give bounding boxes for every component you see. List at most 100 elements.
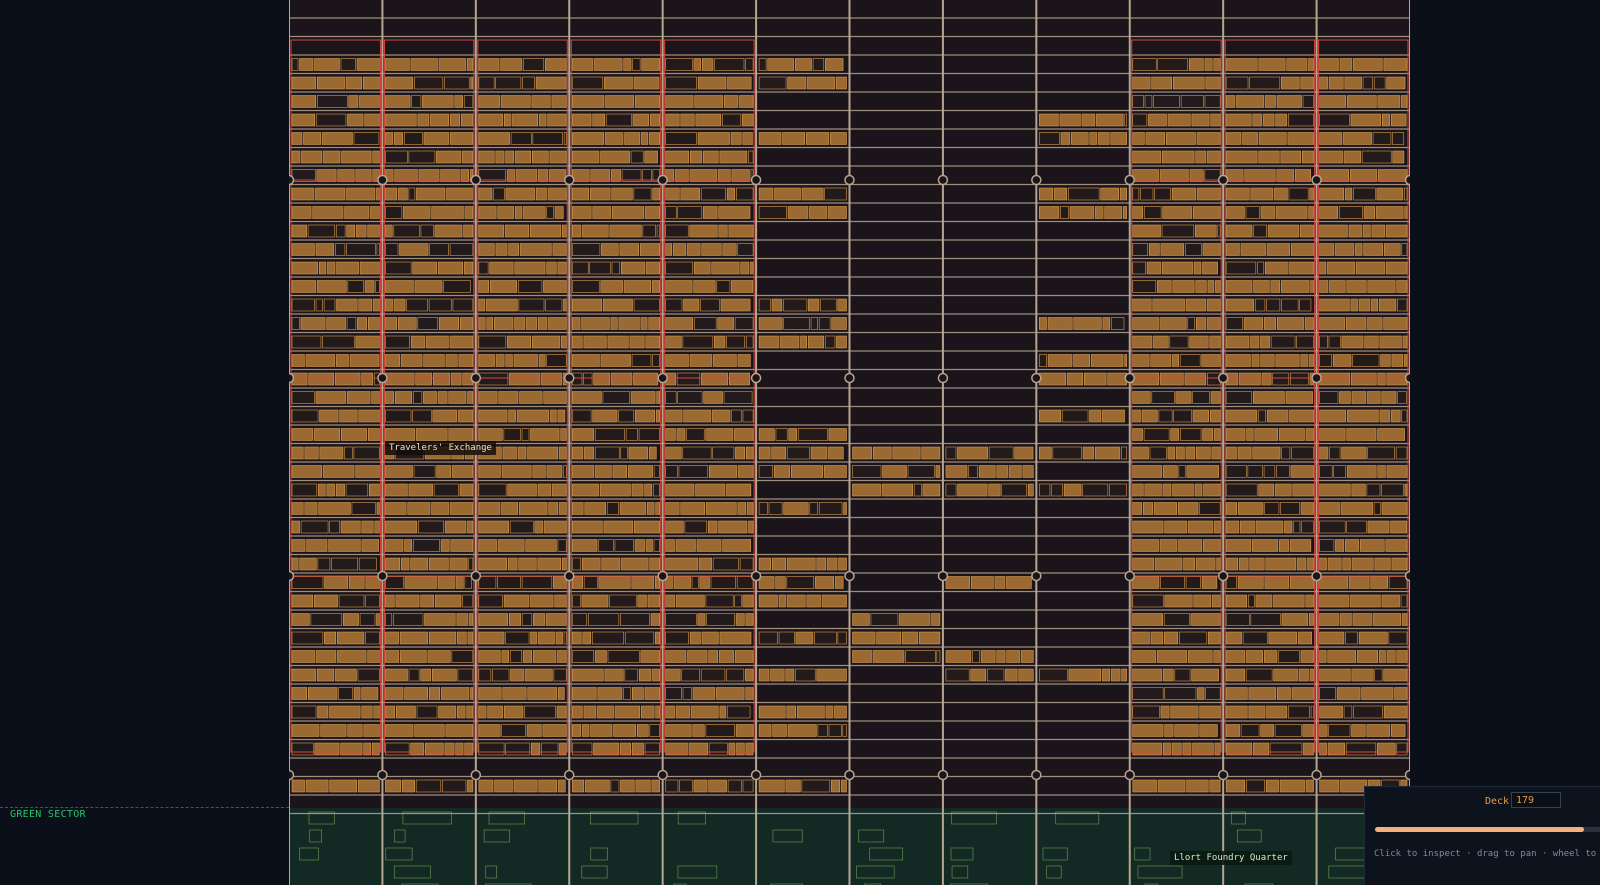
cargo-module (1199, 705, 1221, 719)
junction-node (470, 174, 482, 186)
cargo-module (1291, 687, 1314, 700)
cargo-module (1202, 243, 1221, 256)
cargo-module (610, 317, 618, 330)
cargo-module (365, 576, 380, 589)
deck-number-input[interactable] (1511, 792, 1561, 808)
cargo-module (1208, 631, 1221, 645)
cargo-module (478, 631, 505, 645)
cargo-module (1380, 354, 1391, 367)
cargo-module (812, 58, 825, 71)
cargo-module (1172, 76, 1205, 90)
cargo-module (312, 206, 344, 219)
cargo-module (665, 742, 688, 756)
cargo-module (1288, 187, 1309, 201)
cargo-module (758, 668, 770, 682)
cargo-module (787, 206, 809, 219)
cargo-module (665, 705, 675, 719)
cargo-module (748, 150, 754, 164)
cargo-module (840, 779, 847, 793)
cargo-module (307, 687, 338, 700)
cargo-module (1264, 502, 1280, 515)
cargo-module (398, 317, 417, 330)
cargo-module (700, 668, 726, 682)
junction-node (377, 372, 388, 384)
cargo-module (609, 224, 642, 238)
cargo-module (673, 576, 691, 589)
cargo-module (385, 668, 408, 682)
cargo-module (656, 224, 660, 238)
cargo-module (305, 779, 329, 793)
junction-node (377, 174, 388, 186)
cargo-module (478, 372, 509, 386)
cargo-module (1400, 594, 1408, 608)
cargo-module (553, 668, 567, 682)
cargo-module (571, 187, 590, 201)
cargo-module (414, 724, 445, 737)
cargo-module (1021, 650, 1034, 663)
cargo-module (665, 594, 675, 608)
cargo-module (537, 483, 552, 497)
station-map-viewport[interactable]: GREEN SECTOR Travelers' Exchange Llort F… (0, 0, 1600, 885)
cargo-module (407, 502, 431, 515)
cargo-module (1329, 446, 1341, 460)
cargo-module (552, 243, 567, 256)
cargo-module (1290, 576, 1314, 589)
cargo-module (1071, 132, 1089, 145)
cargo-module (788, 428, 798, 441)
junction-node (1404, 769, 1410, 781)
cargo-module (771, 298, 783, 312)
cargo-module (522, 76, 535, 90)
cargo-module (881, 483, 913, 497)
junction-node (1311, 769, 1322, 781)
cargo-module (345, 76, 363, 90)
cargo-module (816, 557, 826, 571)
cargo-module (331, 557, 358, 571)
cargo-module (571, 705, 583, 719)
cargo-module (1169, 335, 1189, 349)
cargo-module (1378, 298, 1397, 312)
cargo-module (329, 520, 340, 534)
cargo-module (1225, 298, 1255, 312)
cargo-module (1363, 206, 1375, 219)
cargo-module (533, 613, 546, 626)
cargo-module (315, 113, 347, 127)
junction-node (657, 769, 668, 781)
cargo-module (478, 742, 505, 756)
cargo-module (1197, 187, 1221, 201)
cargo-module (1255, 594, 1273, 608)
cargo-module (640, 650, 660, 663)
cargo-module (629, 335, 645, 349)
cargo-module (300, 150, 322, 164)
district-label-llort-foundry-quarter[interactable]: Llort Foundry Quarter (1170, 851, 1292, 865)
cargo-module (1362, 76, 1373, 90)
cargo-module (665, 113, 680, 127)
cargo-module (546, 354, 567, 367)
deck-slider[interactable] (1375, 827, 1600, 832)
district-label-travelers-exchange[interactable]: Travelers' Exchange (385, 441, 496, 455)
cargo-module (693, 261, 711, 275)
cargo-module (365, 594, 380, 608)
cargo-module (291, 409, 319, 423)
cargo-module (326, 261, 336, 275)
cargo-module (684, 520, 708, 534)
cargo-module (385, 705, 396, 719)
cargo-module (1289, 539, 1312, 552)
cargo-module (1379, 409, 1391, 423)
cargo-module (320, 724, 347, 737)
cargo-module (478, 539, 497, 552)
cargo-module (1211, 446, 1221, 460)
cargo-module (373, 705, 380, 719)
cargo-module (1275, 206, 1308, 219)
cargo-module (494, 779, 513, 793)
cargo-module (758, 779, 785, 793)
cargo-module (737, 502, 746, 515)
cargo-module (655, 705, 660, 719)
cargo-module (376, 613, 380, 626)
cargo-module (385, 224, 393, 238)
cargo-module (1355, 243, 1363, 256)
cargo-module (1202, 428, 1213, 441)
cargo-module (1167, 113, 1191, 127)
cargo-module (1301, 520, 1314, 534)
junction-node (750, 570, 762, 582)
cargo-module (1319, 372, 1351, 386)
